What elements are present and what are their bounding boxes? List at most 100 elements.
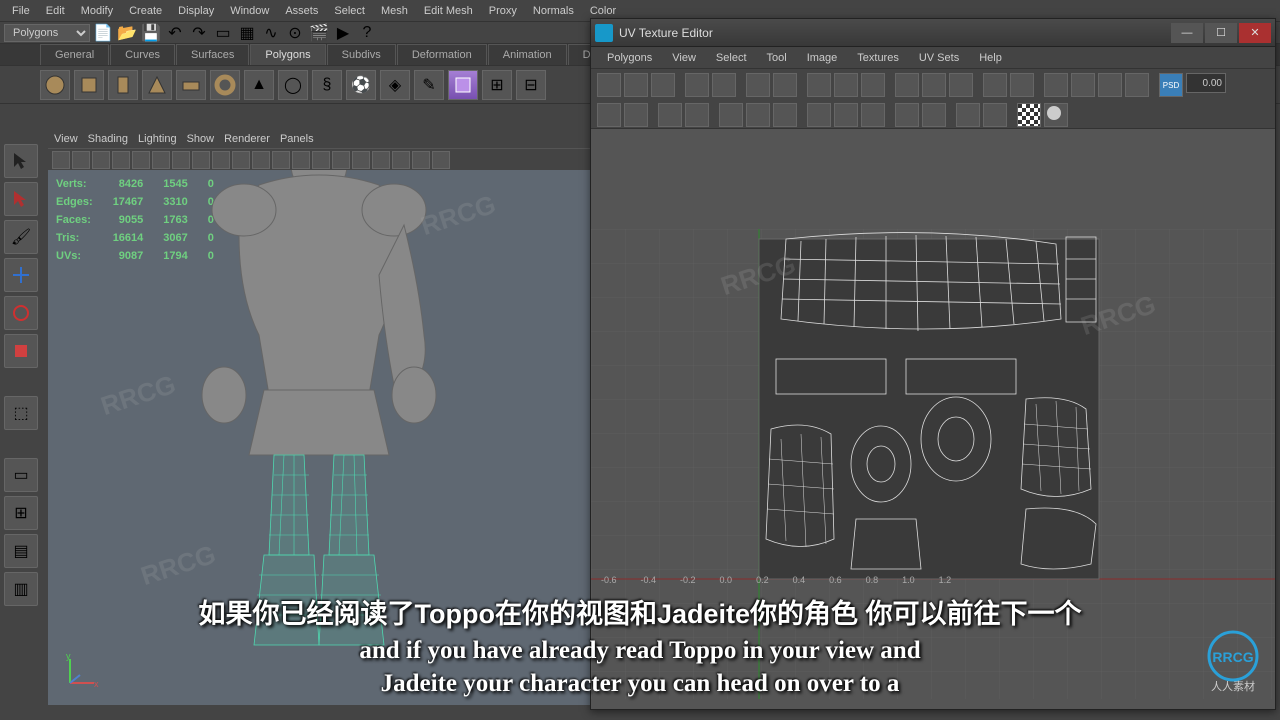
poly-cube-active-icon[interactable]	[448, 70, 478, 100]
uv-tool-icon[interactable]	[651, 73, 675, 97]
open-scene-icon[interactable]: 📂	[116, 22, 138, 44]
uv-menu-polygons[interactable]: Polygons	[597, 49, 662, 67]
scale-tool[interactable]	[4, 334, 38, 368]
snap-grid-icon[interactable]: ▦	[236, 22, 258, 44]
uv-shade-icon[interactable]	[1098, 73, 1122, 97]
poly-sphere-icon[interactable]	[40, 70, 70, 100]
menu-color[interactable]: Color	[582, 2, 624, 20]
vp-menu-shading[interactable]: Shading	[88, 133, 128, 145]
help-icon[interactable]: ?	[356, 22, 378, 44]
shelf-tab-polygons[interactable]: Polygons	[250, 44, 325, 65]
uv-menu-uvsets[interactable]: UV Sets	[909, 49, 969, 67]
vp-icon[interactable]	[152, 151, 170, 169]
uv-align-icon[interactable]	[834, 73, 858, 97]
extract-icon[interactable]: ⊟	[516, 70, 546, 100]
shelf-tab-general[interactable]: General	[40, 44, 109, 65]
select-tool[interactable]	[4, 144, 38, 178]
uv-menu-help[interactable]: Help	[969, 49, 1012, 67]
uv-rotate-ccw-icon[interactable]	[746, 73, 770, 97]
uv-tool-icon[interactable]	[895, 103, 919, 127]
vp-icon[interactable]	[392, 151, 410, 169]
vp-icon[interactable]	[192, 151, 210, 169]
persp-graph-icon[interactable]: ▥	[4, 572, 38, 606]
uv-sphere-display-icon[interactable]	[1044, 103, 1068, 127]
uv-tool-icon[interactable]	[861, 103, 885, 127]
poly-pipe-icon[interactable]: ◯	[278, 70, 308, 100]
uv-psd-icon[interactable]: PSD	[1159, 73, 1183, 97]
select-tool-icon[interactable]: ▭	[212, 22, 234, 44]
uv-align-icon[interactable]	[861, 73, 885, 97]
uv-tool-icon[interactable]	[956, 103, 980, 127]
menu-window[interactable]: Window	[222, 2, 277, 20]
uv-menu-image[interactable]: Image	[797, 49, 848, 67]
vp-menu-panels[interactable]: Panels	[280, 133, 314, 145]
menu-file[interactable]: File	[4, 2, 38, 20]
vp-icon[interactable]	[332, 151, 350, 169]
rotate-tool[interactable]	[4, 296, 38, 330]
uv-shade-icon[interactable]	[1044, 73, 1068, 97]
four-view-icon[interactable]: ⊞	[4, 496, 38, 530]
new-scene-icon[interactable]: 📄	[92, 22, 114, 44]
shelf-tab-subdivs[interactable]: Subdivs	[327, 44, 396, 65]
uv-menu-textures[interactable]: Textures	[847, 49, 909, 67]
menu-select[interactable]: Select	[326, 2, 373, 20]
vp-icon[interactable]	[132, 151, 150, 169]
save-scene-icon[interactable]: 💾	[140, 22, 162, 44]
menu-normals[interactable]: Normals	[525, 2, 582, 20]
uv-rotate-cw-icon[interactable]	[773, 73, 797, 97]
poly-helix-icon[interactable]: §	[312, 70, 342, 100]
vp-icon[interactable]	[252, 151, 270, 169]
vp-menu-view[interactable]: View	[54, 133, 78, 145]
poly-cube-icon[interactable]	[74, 70, 104, 100]
uv-value-field[interactable]: 0.00	[1186, 73, 1226, 93]
uv-tool-icon[interactable]	[597, 73, 621, 97]
uv-tool-icon[interactable]	[807, 103, 831, 127]
uv-tool-icon[interactable]	[773, 103, 797, 127]
combine-icon[interactable]: ⊞	[482, 70, 512, 100]
uv-tool-icon[interactable]	[719, 103, 743, 127]
snap-point-icon[interactable]: ⊙	[284, 22, 306, 44]
uv-snap-icon[interactable]	[949, 73, 973, 97]
shelf-tab-animation[interactable]: Animation	[488, 44, 567, 65]
uv-layout-icon[interactable]	[1010, 73, 1034, 97]
uv-align-icon[interactable]	[807, 73, 831, 97]
poly-torus-icon[interactable]	[210, 70, 240, 100]
last-tool[interactable]: ⬚	[4, 396, 38, 430]
uv-flip-u-icon[interactable]	[685, 73, 709, 97]
viewport[interactable]: View Shading Lighting Show Renderer Pane…	[48, 130, 590, 705]
vp-icon[interactable]	[212, 151, 230, 169]
ipr-icon[interactable]: ▶	[332, 22, 354, 44]
close-button[interactable]: ✕	[1239, 23, 1271, 43]
character-mesh[interactable]	[139, 170, 499, 655]
vp-icon[interactable]	[292, 151, 310, 169]
uv-tool-icon[interactable]	[624, 73, 648, 97]
lasso-tool[interactable]	[4, 182, 38, 216]
menu-create[interactable]: Create	[121, 2, 170, 20]
minimize-button[interactable]: —	[1171, 23, 1203, 43]
poly-soccer-icon[interactable]: ⚽	[346, 70, 376, 100]
menu-display[interactable]: Display	[170, 2, 222, 20]
uv-sew-icon[interactable]	[685, 103, 709, 127]
menu-mesh[interactable]: Mesh	[373, 2, 416, 20]
snap-curve-icon[interactable]: ∿	[260, 22, 282, 44]
uv-texture-editor-window[interactable]: UV Texture Editor — ☐ ✕ Polygons View Se…	[590, 18, 1276, 710]
vp-icon[interactable]	[272, 151, 290, 169]
vp-icon[interactable]	[312, 151, 330, 169]
poly-platonic-icon[interactable]: ◈	[380, 70, 410, 100]
poly-plane-icon[interactable]	[176, 70, 206, 100]
uv-checker-icon[interactable]	[1017, 103, 1041, 127]
uv-menu-view[interactable]: View	[662, 49, 706, 67]
uv-snap-icon[interactable]	[895, 73, 919, 97]
shelf-tab-curves[interactable]: Curves	[110, 44, 175, 65]
uv-tool-icon[interactable]	[597, 103, 621, 127]
uv-menu-select[interactable]: Select	[706, 49, 757, 67]
shelf-tab-deformation[interactable]: Deformation	[397, 44, 487, 65]
uv-tool-icon[interactable]	[746, 103, 770, 127]
uv-canvas[interactable]: -0.6-0.4-0.20.00.20.40.60.81.01.2	[591, 129, 1275, 709]
uv-tool-icon[interactable]	[983, 103, 1007, 127]
menu-proxy[interactable]: Proxy	[481, 2, 525, 20]
uv-shells[interactable]	[756, 229, 1116, 589]
vp-icon[interactable]	[412, 151, 430, 169]
uv-shade-icon[interactable]	[1125, 73, 1149, 97]
vp-menu-show[interactable]: Show	[187, 133, 215, 145]
